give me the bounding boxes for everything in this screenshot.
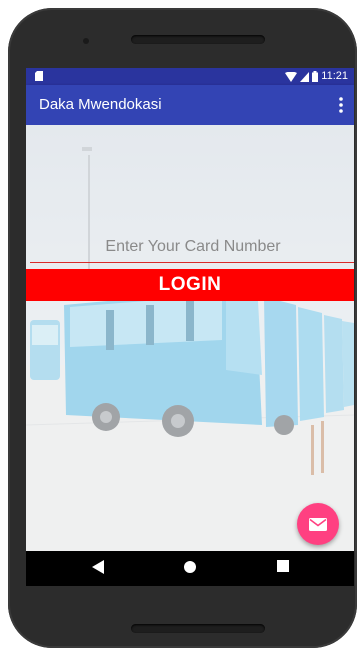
app-bar: Daka Mwendokasi [26, 85, 354, 125]
front-camera [83, 38, 89, 44]
bottom-speaker [131, 624, 265, 633]
back-icon[interactable] [92, 560, 104, 574]
system-nav-bar [26, 551, 354, 586]
mail-fab-button[interactable] [297, 503, 339, 545]
signal-icon [300, 71, 310, 82]
recents-icon[interactable] [277, 560, 289, 572]
wifi-icon [285, 71, 298, 82]
login-button[interactable]: LOGIN [26, 269, 354, 301]
status-time: 11:21 [321, 70, 348, 82]
sd-card-icon [35, 71, 43, 81]
mail-icon [309, 517, 327, 531]
device-screen: 11:21 Daka Mwendokasi Enter Your Card Nu… [26, 68, 354, 586]
card-number-input[interactable] [30, 232, 354, 263]
battery-icon [312, 71, 319, 82]
overflow-menu-icon[interactable] [338, 96, 344, 114]
bus-background-image [26, 125, 354, 551]
login-screen: LOGIN [26, 125, 354, 551]
earpiece-speaker [131, 35, 265, 44]
app-title: Daka Mwendokasi [39, 96, 162, 113]
home-icon[interactable] [183, 560, 197, 574]
status-bar: 11:21 [26, 68, 354, 85]
